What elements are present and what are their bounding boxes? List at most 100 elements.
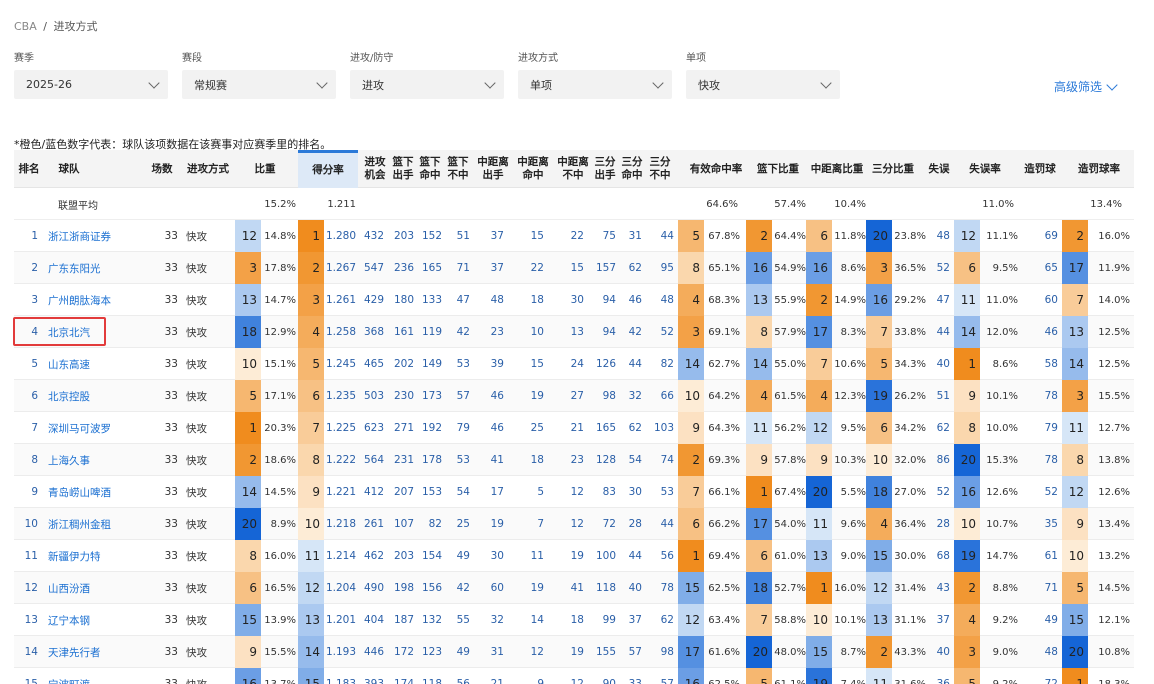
team-link[interactable]: 山东高速 — [48, 348, 144, 380]
team-link[interactable]: 浙江稠州金租 — [48, 508, 144, 540]
rim-share-rank: 20 — [746, 636, 772, 668]
column-header[interactable]: 排名 — [14, 150, 44, 188]
tov-rank: 12 — [954, 220, 980, 252]
column-header[interactable]: 篮下比重 — [752, 150, 804, 188]
free-throws-value: 61 — [1044, 550, 1058, 562]
column-header[interactable]: 篮下 出手 — [390, 150, 416, 188]
table-body: 1 浙江浙商证券 33 快攻 12 14.8% 1 1.280 432 203 152 51 37 15 2… — [14, 220, 1134, 684]
efg-value: 66.2% — [708, 518, 740, 530]
share-value: 18.6% — [264, 454, 296, 466]
tov-rate-value: 14.7% — [986, 550, 1018, 562]
column-header[interactable]: 进攻 机会 — [358, 150, 392, 188]
mid-attempts-value: 21 — [490, 678, 504, 684]
play-type-cell: 快攻 — [186, 614, 207, 627]
item-select[interactable]: 快攻 — [686, 70, 840, 99]
stage-select[interactable]: 常规赛 — [182, 70, 336, 99]
team-link[interactable]: 上海久事 — [48, 444, 144, 476]
breadcrumb-root[interactable]: CBA — [14, 20, 37, 33]
team-link[interactable]: 北京控股 — [48, 380, 144, 412]
play-type-select[interactable]: 单项 — [518, 70, 672, 99]
rank-cell: 11 — [24, 550, 38, 562]
mid-share-rank: 9 — [806, 444, 832, 476]
table-row: 7 深圳马可波罗 33 快攻 1 20.3% 7 1.225 623 271 192 79 46 25 21… — [14, 412, 1134, 444]
team-link[interactable]: 青岛崂山啤酒 — [48, 476, 144, 508]
select-value: 进攻 — [362, 78, 384, 92]
three-share-value: 29.2% — [894, 294, 926, 306]
three-attempts-value: 90 — [602, 678, 616, 684]
free-throws-value: 72 — [1044, 678, 1058, 684]
average-value: 11.0% — [982, 198, 1014, 210]
column-header[interactable]: 三分 出手 — [592, 150, 618, 188]
rim-attempts-value: 203 — [393, 230, 414, 242]
games-cell: 33 — [164, 230, 178, 242]
advanced-filter-button[interactable]: 高级筛选 — [1054, 78, 1118, 95]
rank-cell: 8 — [31, 454, 38, 466]
three-share-rank: 2 — [866, 636, 892, 668]
column-header[interactable]: 失误率 — [954, 150, 1016, 188]
rim-share-value: 55.0% — [774, 358, 806, 370]
mid-made-value: 22 — [530, 262, 544, 274]
rim-miss-value: 51 — [456, 230, 470, 242]
league-average-row: 联盟平均 15.2% 1.211 64.6% 57.4% 10.4% 11.0% 13.4% — [14, 188, 1134, 220]
three-share-value: 31.6% — [894, 678, 926, 684]
ft-rate-rank: 5 — [1062, 572, 1088, 604]
column-header[interactable]: 中距离 出手 — [472, 150, 514, 188]
three-miss-value: 98 — [660, 646, 674, 658]
column-header[interactable]: 场数 — [144, 150, 180, 188]
tov-rank: 14 — [954, 316, 980, 348]
column-header[interactable]: 有效命中率 — [680, 150, 752, 188]
rim-share-value: 61.1% — [774, 678, 806, 684]
efg-rank: 16 — [678, 668, 704, 684]
rim-attempts-value: 203 — [393, 550, 414, 562]
three-share-rank: 4 — [866, 508, 892, 540]
team-link[interactable]: 天津先行者 — [48, 636, 144, 668]
average-value: 10.4% — [834, 198, 866, 210]
column-header[interactable]: 造罚球率 — [1064, 150, 1134, 188]
rim-made-value: 82 — [428, 518, 442, 530]
possessions-value: 261 — [363, 518, 384, 530]
breadcrumb-current: 进攻方式 — [53, 20, 98, 33]
rank-cell: 10 — [24, 518, 38, 530]
three-share-value: 43.3% — [894, 646, 926, 658]
team-link[interactable]: 广州朗肽海本 — [48, 284, 144, 316]
team-link[interactable]: 深圳马可波罗 — [48, 412, 144, 444]
table-row: 11 新疆伊力特 33 快攻 8 16.0% 11 1.214 462 203 154 49 30 11 1… — [14, 540, 1134, 572]
rank-cell: 3 — [31, 294, 38, 306]
three-share-value: 23.8% — [894, 230, 926, 242]
team-link[interactable]: 宁波町渡 — [48, 668, 144, 684]
team-link[interactable]: 浙江浙商证券 — [48, 220, 144, 252]
team-link[interactable]: 广东东阳光 — [48, 252, 144, 284]
column-header[interactable]: 比重 — [234, 150, 296, 188]
rank-cell: 7 — [31, 422, 38, 434]
ppp-value: 1.261 — [325, 294, 356, 306]
column-header[interactable]: 中距离 不中 — [552, 150, 594, 188]
team-link[interactable]: 新疆伊力特 — [48, 540, 144, 572]
column-header[interactable]: 三分 命中 — [618, 150, 646, 188]
possessions-value: 503 — [363, 390, 384, 402]
column-header[interactable]: 失误 — [924, 150, 954, 188]
ft-rate-value: 11.9% — [1098, 262, 1130, 274]
share-rank: 2 — [235, 444, 261, 476]
tov-rate-value: 15.3% — [986, 454, 1018, 466]
games-cell: 33 — [164, 390, 178, 402]
tov-rank: 2 — [954, 572, 980, 604]
column-header[interactable]: 三分 不中 — [646, 150, 674, 188]
column-header[interactable]: 三分比重 — [868, 150, 918, 188]
column-header[interactable]: 篮下 不中 — [444, 150, 472, 188]
ft-rate-value: 12.7% — [1098, 422, 1130, 434]
side-select[interactable]: 进攻 — [350, 70, 504, 99]
column-header[interactable]: 得分率 — [298, 150, 358, 188]
team-link[interactable]: 辽宁本钢 — [48, 604, 144, 636]
column-header[interactable]: 进攻方式 — [182, 150, 234, 188]
column-header[interactable]: 中距离比重 — [808, 150, 866, 188]
mid-share-rank: 17 — [806, 316, 832, 348]
chevron-down-icon — [652, 76, 664, 89]
team-link[interactable]: 山西汾酒 — [48, 572, 144, 604]
column-header[interactable]: 球队 — [44, 150, 94, 188]
column-header[interactable]: 篮下 命中 — [416, 150, 444, 188]
column-header[interactable]: 中距离 命中 — [512, 150, 554, 188]
rim-share-rank: 18 — [746, 572, 772, 604]
column-header[interactable]: 造罚球 — [1016, 150, 1064, 188]
season-select[interactable]: 2025-26 — [14, 70, 168, 99]
free-throws-value: 78 — [1044, 454, 1058, 466]
